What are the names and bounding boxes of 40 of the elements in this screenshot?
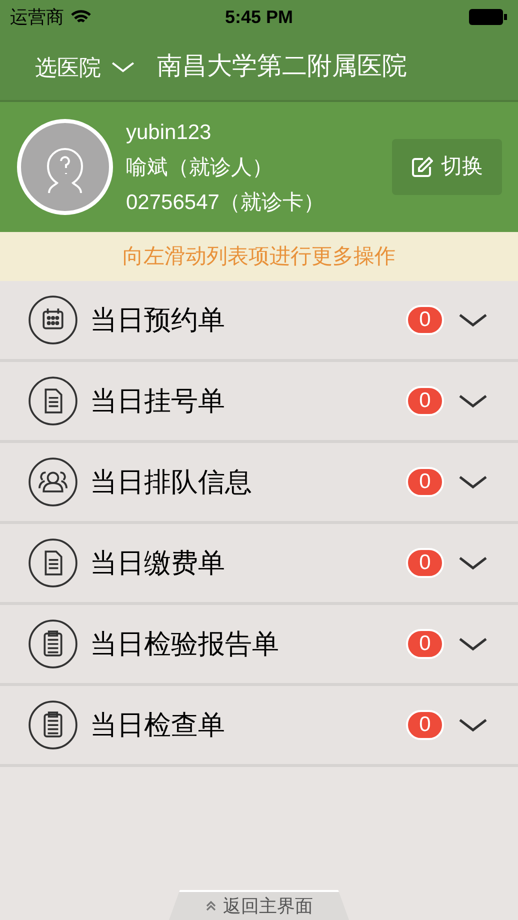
count-badge: 0 — [406, 548, 444, 578]
item-label: 当日挂号单 — [90, 384, 226, 418]
carrier-name: 运营商 — [10, 6, 64, 28]
count-badge: 0 — [406, 467, 444, 497]
people-icon — [28, 457, 78, 507]
item-label: 当日预约单 — [90, 304, 226, 337]
item-label: 当日检验报告单 — [90, 628, 280, 661]
item-label: 当日缴费单 — [90, 546, 226, 580]
back-home-tab[interactable]: 返回主界面 — [169, 890, 349, 920]
chevron-down-icon — [111, 61, 135, 73]
chevron-down-icon — [458, 556, 488, 570]
count-badge: 0 — [406, 710, 444, 740]
chevron-down-icon — [458, 718, 488, 732]
count-badge: 0 — [406, 386, 444, 416]
chevron-down-icon — [458, 475, 488, 489]
document-icon — [28, 538, 78, 588]
username: yubin123 — [126, 120, 212, 146]
switch-button[interactable]: 切换 — [392, 139, 502, 195]
card-number: 02756547（就诊卡） — [126, 190, 326, 216]
chevron-down-icon — [458, 637, 488, 651]
double-chevron-up-icon — [205, 900, 217, 912]
clipboard-icon — [28, 619, 78, 669]
status-time: 5:45 PM — [224, 6, 294, 28]
swipe-hint: 向左滑动列表项进行更多操作 — [122, 244, 396, 270]
clipboard-icon — [28, 700, 78, 750]
document-icon — [28, 376, 78, 426]
chevron-down-icon — [458, 313, 488, 327]
count-badge: 0 — [406, 629, 444, 659]
edit-icon — [411, 156, 433, 178]
item-label: 当日排队信息 — [90, 466, 253, 499]
battery-icon — [468, 8, 508, 26]
hospital-title: 南昌大学第二附属医院 — [157, 51, 407, 82]
calendar-icon — [28, 295, 78, 345]
chevron-down-icon — [458, 394, 488, 408]
hospital-picker[interactable]: 选医院 — [35, 50, 135, 84]
patient-name: 喻斌（就诊人） — [126, 154, 274, 180]
wifi-icon — [70, 9, 92, 25]
avatar-icon — [16, 118, 114, 216]
count-badge: 0 — [406, 305, 444, 335]
item-label: 当日检查单 — [90, 708, 226, 742]
